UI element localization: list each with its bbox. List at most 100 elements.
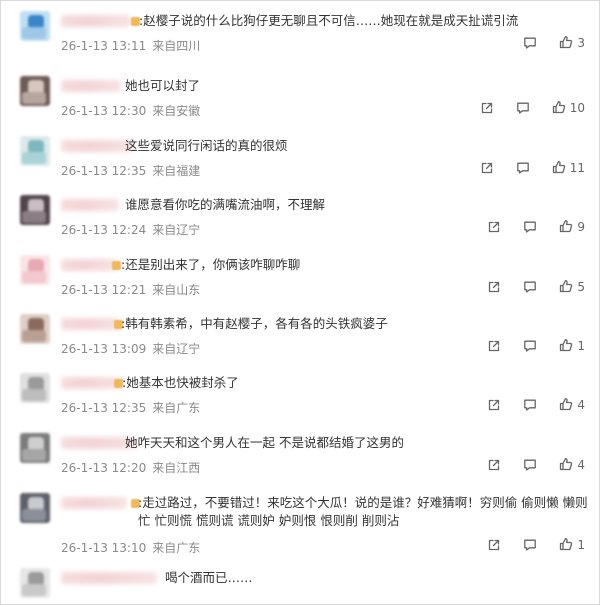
comment-item: :还是别出来了，你俩该咋聊咋聊 26-1-13 12:21 来自山东 5 <box>1 253 599 313</box>
comment-icon[interactable] <box>523 398 537 412</box>
comment-meta: 26-1-13 13:10 来自广东 <box>61 539 200 556</box>
comment-location: 来自广东 <box>152 541 201 555</box>
comment-actions: 1 <box>465 536 585 554</box>
comment-icon[interactable] <box>523 458 537 472</box>
like-button[interactable]: 1 <box>559 537 585 554</box>
comment-time: 26-1-13 12:30 <box>61 104 147 118</box>
comment-time: 26-1-13 13:10 <box>61 541 147 555</box>
comment-icon[interactable] <box>516 161 530 175</box>
comment-text: 她也可以封了 <box>125 78 201 93</box>
share-icon[interactable] <box>487 458 501 472</box>
avatar[interactable] <box>20 76 50 106</box>
comment-actions: 11 <box>458 159 585 177</box>
comment-item: :赵樱子说的什么比狗仔更无聊且不可信……她现在就是成天扯谎引流 26-1-13 1… <box>1 9 599 69</box>
comment-item: :走过路过，不要错过！来吃这个大瓜！说的是谁？好难猜啊！穷则偷 偷则懒 懒则忙 … <box>1 491 599 555</box>
like-button[interactable]: 10 <box>552 100 585 117</box>
username[interactable] <box>61 15 131 27</box>
comment-actions: 10 <box>458 99 585 117</box>
avatar[interactable] <box>20 11 50 41</box>
comment-location: 来自辽宁 <box>152 342 201 356</box>
username[interactable] <box>61 140 133 152</box>
comment-icon[interactable] <box>523 280 537 294</box>
comment-time: 26-1-13 12:21 <box>61 283 147 297</box>
username[interactable] <box>61 199 119 211</box>
like-count: 5 <box>577 280 585 294</box>
thumbs-up-icon <box>559 338 577 355</box>
comment-text: :她基本也快被封杀了 <box>122 375 239 390</box>
comment-text: :走过路过，不要错过！来吃这个大瓜！说的是谁？好难猜啊！穷则偷 偷则懒 懒则忙 … <box>138 495 588 528</box>
avatar[interactable] <box>20 195 50 225</box>
comment-item: 她咋天天和这个男人在一起 不是说都结婚了这男的 26-1-13 12:20 来自江西… <box>1 431 599 491</box>
share-icon[interactable] <box>487 339 501 353</box>
comment-item: 她也可以封了 26-1-13 12:30 来自安徽 10 <box>1 74 599 134</box>
like-count: 1 <box>577 339 585 353</box>
thumbs-up-icon <box>559 35 577 52</box>
like-button[interactable]: 9 <box>559 219 585 236</box>
user-badge-icon <box>112 261 121 270</box>
comment-meta: 26-1-13 12:20 来自江西 <box>61 459 200 476</box>
username[interactable] <box>61 497 127 509</box>
comment-item: 喝个酒而已…… <box>1 566 599 604</box>
share-icon[interactable] <box>487 220 501 234</box>
like-button[interactable]: 5 <box>559 279 585 296</box>
comment-icon[interactable] <box>523 538 537 552</box>
comment-time: 26-1-13 13:11 <box>61 39 147 53</box>
thumbs-up-icon <box>552 160 570 177</box>
like-count: 4 <box>577 458 585 472</box>
username[interactable] <box>61 80 121 92</box>
share-icon[interactable] <box>487 398 501 412</box>
username[interactable] <box>61 572 157 584</box>
comment-location: 来自四川 <box>152 39 201 53</box>
share-icon[interactable] <box>480 101 494 115</box>
comment-time: 26-1-13 12:35 <box>61 401 147 415</box>
avatar[interactable] <box>20 136 50 166</box>
avatar[interactable] <box>20 373 50 403</box>
comment-text: :还是别出来了，你俩该咋聊咋聊 <box>121 257 301 272</box>
username[interactable] <box>61 259 117 271</box>
comment-actions: 4 <box>465 396 585 414</box>
comment-meta: 26-1-13 13:11 来自四川 <box>61 37 200 54</box>
share-icon[interactable] <box>487 280 501 294</box>
comment-time: 26-1-13 12:20 <box>61 461 147 475</box>
share-icon[interactable] <box>487 538 501 552</box>
avatar[interactable] <box>20 255 50 285</box>
avatar[interactable] <box>20 314 50 344</box>
comment-time: 26-1-13 13:09 <box>61 342 147 356</box>
thumbs-up-icon <box>559 279 577 296</box>
comment-icon[interactable] <box>516 101 530 115</box>
comment-meta: 26-1-13 13:09 来自辽宁 <box>61 340 200 357</box>
comment-location: 来自福建 <box>152 164 201 178</box>
comment-actions: 3 <box>501 34 585 52</box>
comment-actions: 4 <box>465 456 585 474</box>
comment-text: 谁愿意看你吃的满嘴流油啊，不理解 <box>125 197 326 212</box>
comment-actions: 5 <box>465 278 585 296</box>
like-button[interactable]: 11 <box>552 160 585 177</box>
comment-actions: 1 <box>465 337 585 355</box>
avatar[interactable] <box>20 493 50 523</box>
comment-time: 26-1-13 12:35 <box>61 164 147 178</box>
share-icon[interactable] <box>480 161 494 175</box>
comment-icon[interactable] <box>523 36 537 50</box>
comment-location: 来自安徽 <box>152 104 201 118</box>
thumbs-up-icon <box>559 537 577 554</box>
like-button[interactable]: 1 <box>559 338 585 355</box>
comment-location: 来自江西 <box>152 461 201 475</box>
like-count: 10 <box>569 101 585 115</box>
like-button[interactable]: 3 <box>559 35 585 52</box>
comment-item: 谁愿意看你吃的满嘴流油啊，不理解 26-1-13 12:24 来自辽宁 9 <box>1 193 599 253</box>
comment-text: 这些爱说同行闲话的真的很烦 <box>125 138 288 153</box>
comment-location: 来自广东 <box>152 401 201 415</box>
comment-time: 26-1-13 12:24 <box>61 223 147 237</box>
comment-location: 来自辽宁 <box>152 223 201 237</box>
comment-icon[interactable] <box>523 220 537 234</box>
comment-meta: 26-1-13 12:35 来自福建 <box>61 162 200 179</box>
like-count: 11 <box>569 161 585 175</box>
like-button[interactable]: 4 <box>559 397 585 414</box>
comment-text: 她咋天天和这个男人在一起 不是说都结婚了这男的 <box>125 435 404 450</box>
avatar[interactable] <box>20 568 50 598</box>
like-button[interactable]: 4 <box>559 457 585 474</box>
comment-text: 喝个酒而已…… <box>165 570 253 585</box>
avatar[interactable] <box>20 433 50 463</box>
username[interactable] <box>61 318 121 330</box>
comment-icon[interactable] <box>523 339 537 353</box>
